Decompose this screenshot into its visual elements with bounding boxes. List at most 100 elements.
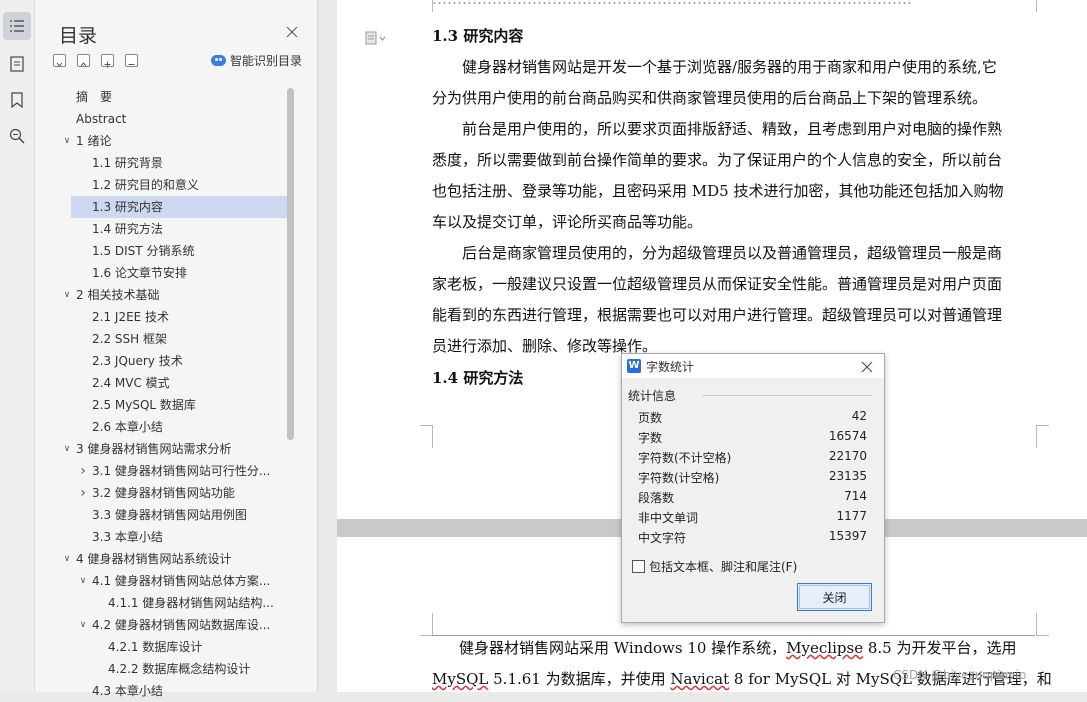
find-zoom-icon[interactable]: [3, 122, 31, 150]
toc-item[interactable]: 4.1.1 健身器材销售网站结构...: [35, 592, 287, 614]
crop-mark: [1036, 613, 1049, 636]
dialog-title: 字数统计: [646, 360, 695, 374]
toc-item-label: 2.4 MVC 模式: [92, 376, 170, 390]
smart-robot-icon: [211, 55, 226, 66]
toc-item-label: 1.6 论文章节安排: [92, 266, 187, 280]
chevron-down-icon[interactable]: ∨: [78, 614, 88, 636]
chevron-down-icon[interactable]: ∨: [62, 284, 72, 306]
doc-line: 能看到的东西进行管理，根据需要也可以对用户进行管理。超级管理员可以对普通管理: [432, 306, 1003, 324]
stat-value: 714: [844, 489, 867, 503]
toc-item[interactable]: Abstract: [35, 108, 287, 130]
toc-item[interactable]: 3.3 健身器材销售网站用例图: [35, 504, 287, 526]
stat-value: 16574: [828, 429, 867, 443]
include-textbox-checkbox[interactable]: [632, 560, 645, 573]
toc-item-label: 1.3 研究内容: [92, 200, 163, 214]
toc-scrollbar-thumb[interactable]: [287, 88, 294, 440]
stat-label: 字符数(计空格): [638, 471, 720, 485]
toc-item[interactable]: › 3.2 健身器材销售网站功能: [35, 482, 287, 504]
doc-heading-1-4: 1.4 研究方法: [432, 369, 524, 387]
chevron-right-icon[interactable]: ›: [78, 460, 88, 482]
doc-line: 健身器材销售网站采用 Windows 10 操作系统，Myeclipse 8.5…: [459, 639, 1017, 657]
toc-item[interactable]: 2.3 JQuery 技术: [35, 350, 287, 372]
toc-item-label: 2.6 本章小结: [92, 420, 163, 434]
crop-mark: [422, 0, 433, 12]
stat-value: 23135: [828, 469, 867, 483]
paragraph-format-icon[interactable]: [365, 30, 387, 49]
dialog-title-bar[interactable]: W 字数统计: [622, 354, 884, 378]
stat-label: 页数: [638, 411, 663, 425]
smart-toc-button[interactable]: 智能识别目录: [211, 52, 302, 69]
toc-pane: 目录 智能识别目录 摘 要 Abstract ∨ 1 绪论 1.1 研究背景 1.2 研究…: [35, 0, 318, 698]
toc-item-label: 3.3 本章小结: [92, 530, 163, 544]
doc-line: 家老板，一般建议只设置一位超级管理员从而保证安全性能。普通管理员是对用户页面: [432, 275, 1003, 293]
toc-item[interactable]: ∨ 1 绪论: [35, 130, 287, 152]
toc-scrollbar[interactable]: [287, 86, 295, 692]
toc-list: 摘 要 Abstract ∨ 1 绪论 1.1 研究背景 1.2 研究目的和意义 1.3 研…: [35, 86, 287, 702]
smart-toc-label: 智能识别目录: [230, 54, 303, 68]
stat-label: 中文字符: [638, 531, 687, 545]
include-textbox-label[interactable]: 包括文本框、脚注和尾注(F): [649, 558, 797, 575]
doc-line: 后台是商家管理员使用的，分为超级管理员以及普通管理员，超级管理员一般是商: [462, 244, 1003, 262]
chevron-right-icon[interactable]: ›: [78, 482, 88, 504]
stat-value: 15397: [828, 529, 867, 543]
toc-item-label: 4.2.2 数据库概念结构设计: [108, 662, 251, 676]
remove-level-icon[interactable]: [125, 54, 138, 67]
page-thumbnail-icon[interactable]: [3, 50, 31, 78]
chevron-down-icon[interactable]: ∨: [78, 570, 88, 592]
toc-item[interactable]: 4.3 本章小结: [35, 680, 287, 702]
collapse-all-icon[interactable]: [53, 54, 66, 67]
close-icon[interactable]: [860, 359, 874, 373]
toc-list-icon[interactable]: [3, 12, 31, 40]
toc-item[interactable]: 1.6 论文章节安排: [35, 262, 287, 284]
add-level-icon[interactable]: [101, 54, 114, 68]
page-header-rule: [432, 635, 1035, 636]
close-icon[interactable]: [285, 24, 299, 38]
crop-mark: [420, 425, 433, 448]
toc-item[interactable]: ∨ 4.1 健身器材销售网站总体方案...: [35, 570, 287, 592]
crop-mark: [1036, 425, 1049, 448]
toc-item[interactable]: ∨ 4 健身器材销售网站系统设计: [35, 548, 287, 570]
toc-item[interactable]: 2.5 MySQL 数据库: [35, 394, 287, 416]
toc-item[interactable]: 3.3 本章小结: [35, 526, 287, 548]
toc-item[interactable]: 1.5 DIST 分销系统: [35, 240, 287, 262]
toc-item-label: 3.2 健身器材销售网站功能: [92, 486, 235, 500]
doc-heading-1-3: 1.3 研究内容: [432, 27, 524, 45]
toc-item-label: 4.1.1 健身器材销售网站结构...: [108, 596, 274, 610]
expand-up-icon[interactable]: [77, 54, 90, 67]
doc-prev-line: ……………………………………………………………………………………: [432, 0, 912, 8]
toc-item[interactable]: ∨ 4.2 健身器材销售网站数据库设...: [35, 614, 287, 636]
toc-item-label: 3.1 健身器材销售网站可行性分...: [92, 464, 271, 478]
chevron-down-icon[interactable]: ∨: [62, 130, 72, 152]
toc-item-label: 4.2 健身器材销售网站数据库设...: [92, 618, 271, 632]
toc-item-label: 1.4 研究方法: [92, 222, 163, 236]
toc-item[interactable]: 4.2.2 数据库概念结构设计: [35, 658, 287, 680]
word-count-dialog: W 字数统计 统计信息 页数 42 字数 16574 字符数(不计空格) 221…: [621, 353, 885, 623]
toc-item[interactable]: 4.2.1 数据库设计: [35, 636, 287, 658]
bookmark-icon[interactable]: [3, 86, 31, 114]
wps-logo-icon: W: [627, 359, 641, 373]
toc-item[interactable]: › 3.1 健身器材销售网站可行性分...: [35, 460, 287, 482]
toc-item[interactable]: 1.4 研究方法: [35, 218, 287, 240]
toc-item[interactable]: 2.2 SSH 框架: [35, 328, 287, 350]
stat-value: 22170: [828, 449, 867, 463]
stat-label: 段落数: [638, 491, 675, 505]
toc-item[interactable]: 1.3 研究内容: [71, 196, 287, 218]
toc-item[interactable]: 1.1 研究背景: [35, 152, 287, 174]
toc-item[interactable]: ∨ 3 健身器材销售网站需求分析: [35, 438, 287, 460]
stat-label: 字数: [638, 431, 663, 445]
toc-item-label: 1.2 研究目的和意义: [92, 178, 199, 192]
stat-label: 非中文单词: [638, 511, 699, 525]
close-button[interactable]: 关闭: [797, 583, 872, 611]
toc-item[interactable]: 1.2 研究目的和意义: [35, 174, 287, 196]
doc-line: 健身器材销售网站是开发一个基于浏览器/服务器的用于商家和用户使用的系统,它: [462, 58, 997, 76]
toc-item[interactable]: ∨ 2 相关技术基础: [35, 284, 287, 306]
chevron-down-icon[interactable]: ∨: [62, 438, 72, 460]
group-divider: [702, 395, 872, 396]
chevron-down-icon[interactable]: ∨: [62, 548, 72, 570]
watermark: CSDN @biyezuopinvip: [893, 668, 1027, 682]
toc-item[interactable]: 2.6 本章小结: [35, 416, 287, 438]
toc-title: 目录: [59, 25, 98, 47]
toc-item[interactable]: 摘 要: [35, 86, 287, 108]
toc-item[interactable]: 2.4 MVC 模式: [35, 372, 287, 394]
toc-item[interactable]: 2.1 J2EE 技术: [35, 306, 287, 328]
